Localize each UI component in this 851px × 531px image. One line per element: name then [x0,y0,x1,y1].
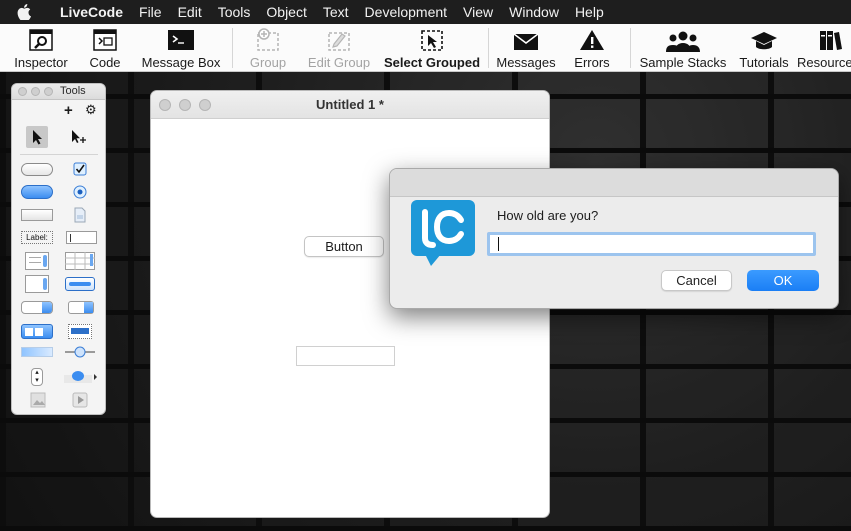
ask-prompt: How old are you? [497,208,599,223]
group-label: Group [249,55,287,70]
select-grouped-icon [419,24,445,52]
main-toolbar: Inspector Code Message Box Group Edit Gr… [0,24,851,72]
label-field-tool-icon[interactable]: Label: [21,230,53,244]
toolbar-separator [488,28,489,68]
stack-title: Untitled 1 * [316,97,384,112]
radio-tool-icon[interactable] [72,184,88,200]
books-icon [819,24,843,52]
people-icon [666,24,700,52]
player-tool-icon[interactable] [72,392,88,408]
tutorials-label: Tutorials [739,55,789,70]
ask-dialog-titlebar[interactable] [390,169,838,197]
ask-dialog: How old are you? Cancel OK [389,168,839,309]
envelope-icon [512,24,540,52]
slider-tool-icon[interactable] [64,344,96,360]
image-tool-icon[interactable] [30,392,46,408]
sample-stacks-button[interactable]: Sample Stacks [636,24,730,72]
option-menu-tool-icon[interactable] [21,300,53,314]
close-window-icon[interactable] [18,87,27,96]
menu-bar: LiveCode File Edit Tools Object Text Dev… [0,0,851,24]
menu-tools[interactable]: Tools [210,4,259,20]
pointer-tool-icon[interactable] [26,126,48,148]
window-controls [18,87,53,96]
add-icon[interactable]: + [64,102,73,119]
file-tool-icon[interactable] [72,206,88,224]
answer-input-field[interactable] [490,235,813,253]
table-tool-icon[interactable] [65,252,95,270]
stack-button[interactable]: Button [304,236,384,257]
menu-tool-icon[interactable] [67,323,93,339]
select-grouped-button[interactable]: Select Grouped [380,24,484,72]
code-label: Code [89,55,121,70]
livecode-logo-icon [411,200,475,266]
graduation-cap-icon [750,24,778,52]
inspector-label: Inspector [14,55,68,70]
tools-palette: Tools + ⚙ Label: ▴ ▾ [11,83,106,415]
tools-palette-title: Tools [60,85,86,97]
checkbox-tool-icon[interactable] [72,161,88,177]
text-field-tool-icon[interactable] [65,230,97,244]
group-icon [255,24,281,52]
message-box-label: Message Box [141,55,221,70]
message-box-icon [167,24,195,52]
apple-icon[interactable] [17,4,35,20]
popup-menu-tool-icon[interactable] [21,323,53,339]
rectangle-button-tool-icon[interactable] [21,208,53,222]
menu-object[interactable]: Object [258,4,314,20]
default-button-tool-icon[interactable] [21,184,53,200]
tools-palette-titlebar[interactable]: Tools [12,84,105,100]
messages-label: Messages [496,55,556,70]
menu-development[interactable]: Development [357,4,456,20]
label-field-tool-text: Label: [21,230,53,244]
horizontal-scrollbar-tool-icon[interactable] [21,346,53,358]
code-icon [92,24,118,52]
button-tool-icon[interactable] [21,162,53,176]
messages-button[interactable]: Messages [494,24,558,72]
menu-livecode[interactable]: LiveCode [52,4,131,20]
tools-palette-header: + ⚙ [12,100,105,120]
scroll-field-tool-icon[interactable] [25,275,49,293]
message-box-button[interactable]: Message Box [138,24,224,72]
menu-file[interactable]: File [131,4,170,20]
stepper-tool-icon[interactable]: ▴ ▾ [30,367,44,387]
inspector-button[interactable]: Inspector [8,24,74,72]
errors-label: Errors [574,55,610,70]
progress-tool-icon[interactable] [65,277,95,291]
edit-group-button[interactable]: Edit Group [303,24,375,72]
gear-icon[interactable]: ⚙ [85,102,97,118]
toolbar-separator [630,28,631,68]
tab-panel-tool-icon[interactable] [62,369,98,385]
run-tool-icon[interactable] [68,126,90,148]
cancel-button[interactable]: Cancel [661,270,732,291]
untitled-stack-titlebar[interactable]: Untitled 1 * [151,91,549,119]
resources-label: Resources [797,55,851,70]
menu-edit[interactable]: Edit [170,4,210,20]
scrolling-list-tool-icon[interactable] [25,252,49,270]
answer-input[interactable] [487,232,816,256]
edit-group-label: Edit Group [307,55,371,70]
ok-button[interactable]: OK [747,270,819,291]
minimize-window-icon[interactable] [31,87,40,96]
zoom-window-icon[interactable] [44,87,53,96]
errors-button[interactable]: Errors [570,24,614,72]
group-button[interactable]: Group [245,24,291,72]
select-grouped-label: Select Grouped [383,55,481,70]
menu-help[interactable]: Help [567,4,612,20]
stack-text-field[interactable] [296,346,395,366]
toolbar-separator [232,28,233,68]
tutorials-button[interactable]: Tutorials [736,24,792,72]
menu-view[interactable]: View [455,4,501,20]
warning-icon [579,24,605,52]
resources-button[interactable]: Resources [797,24,851,72]
sample-stacks-label: Sample Stacks [639,55,727,70]
code-button[interactable]: Code [84,24,126,72]
edit-group-icon [326,24,352,52]
menu-window[interactable]: Window [501,4,567,20]
menu-text[interactable]: Text [315,4,357,20]
combo-box-tool-icon[interactable] [67,300,95,314]
inspector-icon [28,24,54,52]
